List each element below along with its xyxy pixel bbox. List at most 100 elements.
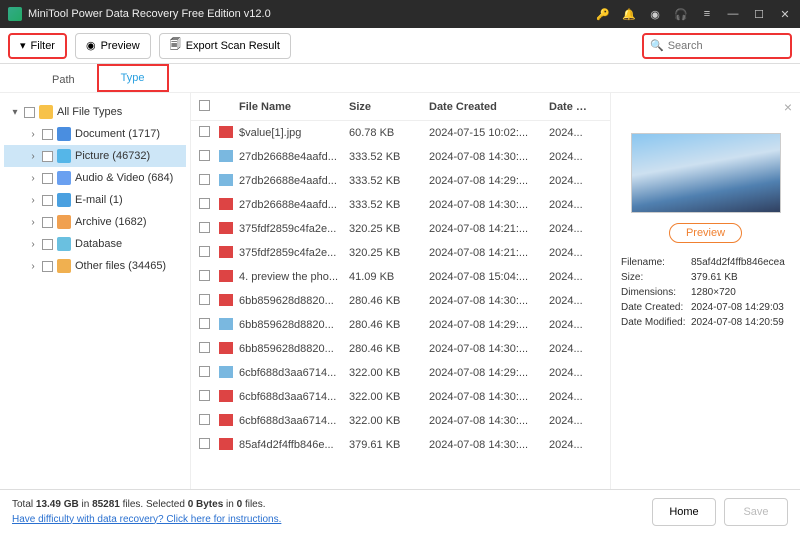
- tree-root[interactable]: ▾ All File Types: [4, 101, 186, 123]
- file-row[interactable]: 4. preview the pho...41.09 KB2024-07-08 …: [191, 265, 610, 289]
- type-tree: ▾ All File Types › Document (1717) ›Pictur…: [0, 93, 190, 492]
- row-checkbox[interactable]: [199, 198, 210, 209]
- file-row[interactable]: 6bb859628d8820...280.46 KB2024-07-08 14:…: [191, 289, 610, 313]
- tree-item[interactable]: ›Other files (34465): [4, 255, 186, 277]
- file-name: 6cbf688d3aa6714...: [239, 415, 349, 427]
- tree-item-label: Audio & Video (684): [75, 172, 173, 184]
- file-name: 6bb859628d8820...: [239, 343, 349, 355]
- file-modified: 2024...: [549, 271, 599, 283]
- tree-item[interactable]: › Audio & Video (684): [4, 167, 186, 189]
- tree-item[interactable]: › Database: [4, 233, 186, 255]
- file-row[interactable]: 6cbf688d3aa6714...322.00 KB2024-07-08 14…: [191, 385, 610, 409]
- file-row[interactable]: 27db26688e4aafd...333.52 KB2024-07-08 14…: [191, 145, 610, 169]
- preview-open-button[interactable]: Preview: [669, 223, 742, 243]
- chevron-right-icon[interactable]: ›: [28, 261, 38, 272]
- file-name: 6cbf688d3aa6714...: [239, 391, 349, 403]
- row-checkbox[interactable]: [199, 414, 210, 425]
- chevron-right-icon[interactable]: ›: [28, 239, 38, 250]
- checkbox[interactable]: [42, 239, 53, 250]
- title-bar: MiniTool Power Data Recovery Free Editio…: [0, 0, 800, 28]
- row-checkbox[interactable]: [199, 438, 210, 449]
- file-row[interactable]: 6cbf688d3aa6714...322.00 KB2024-07-08 14…: [191, 361, 610, 385]
- bell-icon[interactable]: 🔔: [622, 7, 636, 21]
- home-button[interactable]: Home: [652, 498, 716, 526]
- col-filename[interactable]: File Name: [239, 101, 349, 113]
- tree-item[interactable]: › E-mail (1): [4, 189, 186, 211]
- col-created[interactable]: Date Created: [429, 101, 549, 113]
- file-row[interactable]: 27db26688e4aafd...333.52 KB2024-07-08 14…: [191, 193, 610, 217]
- meta-dim-val: 1280×720: [691, 287, 790, 298]
- file-created: 2024-07-08 14:29:...: [429, 175, 549, 187]
- close-preview-icon[interactable]: ×: [784, 99, 792, 115]
- file-row[interactable]: 85af4d2f4ffb846e...379.61 KB2024-07-08 1…: [191, 433, 610, 457]
- file-size: 333.52 KB: [349, 175, 429, 187]
- file-row[interactable]: 375fdf2859c4fa2e...320.25 KB2024-07-08 1…: [191, 241, 610, 265]
- chevron-right-icon[interactable]: ›: [28, 173, 38, 184]
- help-link[interactable]: Have difficulty with data recovery? Clic…: [12, 514, 281, 525]
- file-row[interactable]: 27db26688e4aafd...333.52 KB2024-07-08 14…: [191, 169, 610, 193]
- tab-type[interactable]: Type: [97, 64, 169, 92]
- file-row[interactable]: 375fdf2859c4fa2e...320.25 KB2024-07-08 1…: [191, 217, 610, 241]
- row-checkbox[interactable]: [199, 246, 210, 257]
- file-row[interactable]: 6bb859628d8820...280.46 KB2024-07-08 14:…: [191, 313, 610, 337]
- row-checkbox[interactable]: [199, 126, 210, 137]
- row-checkbox[interactable]: [199, 342, 210, 353]
- file-modified: 2024...: [549, 295, 599, 307]
- col-modified[interactable]: Date Modif: [549, 101, 599, 113]
- chevron-right-icon[interactable]: ›: [28, 129, 38, 140]
- checkbox[interactable]: [42, 261, 53, 272]
- chevron-down-icon[interactable]: ▾: [10, 107, 20, 118]
- row-checkbox[interactable]: [199, 390, 210, 401]
- checkbox[interactable]: [42, 217, 53, 228]
- row-checkbox[interactable]: [199, 318, 210, 329]
- col-size[interactable]: Size: [349, 101, 429, 113]
- file-row[interactable]: 6cbf688d3aa6714...322.00 KB2024-07-08 14…: [191, 409, 610, 433]
- tree-item[interactable]: › Document (1717): [4, 123, 186, 145]
- checkbox[interactable]: [42, 129, 53, 140]
- chevron-right-icon[interactable]: ›: [28, 151, 38, 162]
- file-row[interactable]: 6bb859628d8820...280.46 KB2024-07-08 14:…: [191, 337, 610, 361]
- close-icon[interactable]: ✕: [778, 7, 792, 21]
- preview-button[interactable]: ◉ Preview: [75, 33, 151, 59]
- checkbox[interactable]: [42, 151, 53, 162]
- minimize-icon[interactable]: —: [726, 7, 740, 21]
- search-input[interactable]: [668, 40, 784, 52]
- filter-button[interactable]: ▾ Filter: [8, 33, 67, 59]
- file-created: 2024-07-08 14:30:...: [429, 199, 549, 211]
- row-checkbox[interactable]: [199, 150, 210, 161]
- tree-item[interactable]: ›Picture (46732): [4, 145, 186, 167]
- row-checkbox[interactable]: [199, 222, 210, 233]
- row-checkbox[interactable]: [199, 174, 210, 185]
- file-size: 322.00 KB: [349, 391, 429, 403]
- file-created: 2024-07-08 15:04:...: [429, 271, 549, 283]
- file-modified: 2024...: [549, 343, 599, 355]
- checkbox[interactable]: [42, 173, 53, 184]
- tree-item[interactable]: ›Archive (1682): [4, 211, 186, 233]
- chevron-right-icon[interactable]: ›: [28, 195, 38, 206]
- checkbox[interactable]: [24, 107, 35, 118]
- tree-item-label: Document (1717): [75, 128, 160, 140]
- maximize-icon[interactable]: ☐: [752, 7, 766, 21]
- save-button[interactable]: Save: [724, 498, 788, 526]
- checkbox[interactable]: [42, 195, 53, 206]
- menu-icon[interactable]: ≡: [700, 7, 714, 21]
- select-all-checkbox[interactable]: [199, 100, 210, 111]
- chevron-right-icon[interactable]: ›: [28, 217, 38, 228]
- search-box[interactable]: 🔍: [642, 33, 792, 59]
- row-checkbox[interactable]: [199, 294, 210, 305]
- headset-icon[interactable]: 🎧: [674, 7, 688, 21]
- file-modified: 2024...: [549, 247, 599, 259]
- export-icon: 🗐: [170, 36, 181, 55]
- row-checkbox[interactable]: [199, 366, 210, 377]
- key-icon[interactable]: 🔑: [596, 7, 610, 21]
- globe-icon[interactable]: ◉: [648, 7, 662, 21]
- file-row[interactable]: $value[1].jpg60.78 KB2024-07-15 10:02:..…: [191, 121, 610, 145]
- meta-dim-key: Dimensions:: [621, 287, 691, 298]
- file-created: 2024-07-08 14:29:...: [429, 367, 549, 379]
- tree-item-label: Database: [75, 238, 122, 250]
- file-thumb-icon: [219, 414, 233, 426]
- tab-path[interactable]: Path: [30, 68, 97, 92]
- row-checkbox[interactable]: [199, 270, 210, 281]
- export-button[interactable]: 🗐 Export Scan Result: [159, 33, 291, 59]
- tree-item-label: E-mail (1): [75, 194, 123, 206]
